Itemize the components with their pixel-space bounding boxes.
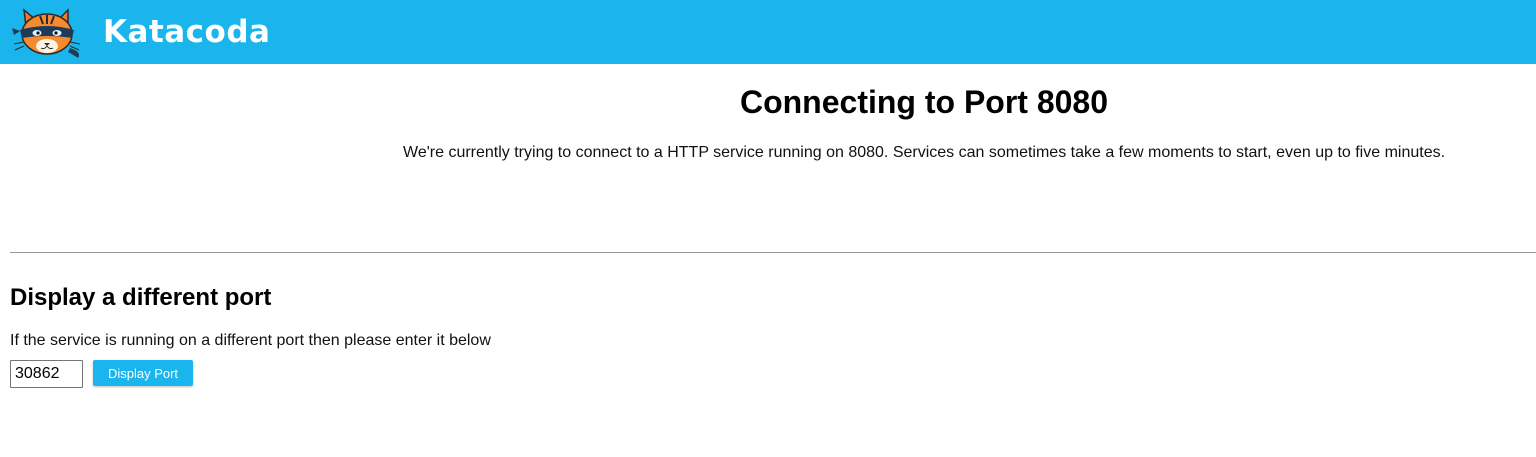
different-port-instructions: If the service is running on a different… xyxy=(10,332,491,349)
display-port-button[interactable]: Display Port xyxy=(93,360,193,386)
section-divider xyxy=(10,252,1536,253)
katacoda-logo-text[interactable]: Katacoda xyxy=(103,12,270,52)
port-number-input[interactable] xyxy=(10,360,83,388)
page-title: Connecting to Port 8080 xyxy=(739,84,1109,120)
katacoda-cat-mascot-icon[interactable] xyxy=(10,4,90,60)
connection-status-message: We're currently trying to connect to a H… xyxy=(403,144,1446,161)
top-navigation-bar: Katacoda xyxy=(0,0,1536,64)
different-port-heading: Display a different port xyxy=(10,284,272,311)
